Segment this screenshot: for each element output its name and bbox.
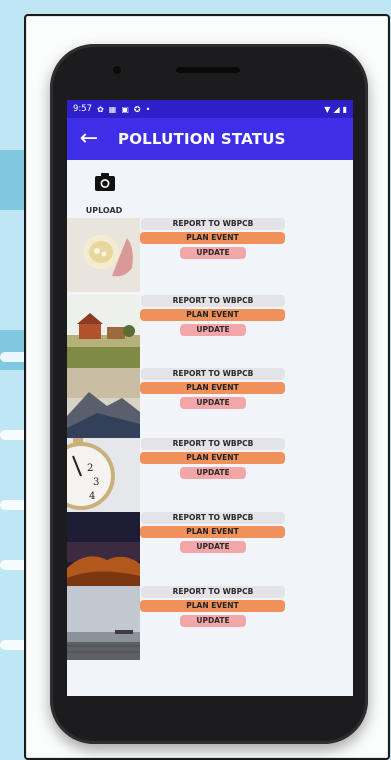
app-bar: ← POLLUTION STATUS: [67, 118, 353, 160]
camera-icon: [95, 173, 115, 191]
plan-event-button[interactable]: PLAN EVENT: [140, 600, 285, 612]
svg-text:2: 2: [87, 463, 93, 474]
report-to-wbpcb-button[interactable]: REPORT TO WBPCB: [141, 438, 285, 450]
plan-event-button[interactable]: PLAN EVENT: [140, 452, 285, 464]
arrow-back-icon[interactable]: ←: [67, 118, 111, 160]
update-button[interactable]: UPDATE: [180, 615, 246, 627]
pollution-photo[interactable]: [67, 586, 140, 660]
list-item: REPORT TO WBPCB PLAN EVENT UPDATE: [67, 512, 353, 586]
svg-text:4: 4: [89, 491, 95, 502]
list-item: REPORT TO WBPCB PLAN EVENT UPDATE: [67, 218, 353, 292]
list-item: 2 3 4 REPORT TO WBPCB PLAN EVENT UPDATE: [67, 438, 353, 512]
upload-label: UPLOAD: [85, 206, 123, 215]
report-to-wbpcb-button[interactable]: REPORT TO WBPCB: [141, 218, 285, 230]
report-to-wbpcb-button[interactable]: REPORT TO WBPCB: [141, 295, 285, 307]
report-to-wbpcb-button[interactable]: REPORT TO WBPCB: [141, 512, 285, 524]
alarm-clock-image: 2 3 4: [67, 438, 140, 512]
update-button[interactable]: UPDATE: [180, 324, 246, 336]
report-to-wbpcb-button[interactable]: REPORT TO WBPCB: [141, 586, 285, 598]
battery-icon: ▮: [342, 104, 347, 114]
svg-text:3: 3: [93, 477, 99, 488]
android-icon: ✪: [133, 104, 141, 114]
desert-dunes-night-image: [67, 512, 140, 586]
update-button[interactable]: UPDATE: [180, 541, 246, 553]
update-button[interactable]: UPDATE: [180, 467, 246, 479]
signal-icon: ◢: [333, 104, 340, 114]
calendar-icon: ▦: [108, 104, 117, 114]
gear-icon: ✿: [97, 104, 104, 114]
mountain-landscape-image: [67, 368, 140, 442]
plan-event-button[interactable]: PLAN EVENT: [140, 232, 285, 244]
pollution-photo[interactable]: [67, 368, 140, 442]
list-item: REPORT TO WBPCB PLAN EVENT UPDATE: [67, 586, 353, 660]
hand-holding-cup-image: [67, 218, 140, 292]
status-time: 9:57: [73, 104, 93, 114]
wifi-icon: ▼: [324, 104, 331, 114]
rural-house-field-image: [67, 295, 140, 369]
plan-event-button[interactable]: PLAN EVENT: [140, 309, 285, 321]
status-bar: 9:57 ✿ ▦ ▣ ✪ • ▼ ◢ ▮: [67, 100, 353, 118]
list-item: REPORT TO WBPCB PLAN EVENT UPDATE: [67, 295, 353, 369]
upload-button[interactable]: UPLOAD: [67, 168, 151, 218]
pollution-photo[interactable]: [67, 295, 140, 369]
list-item: REPORT TO WBPCB PLAN EVENT UPDATE: [67, 368, 353, 442]
pollution-photo[interactable]: [67, 512, 140, 586]
report-to-wbpcb-button[interactable]: REPORT TO WBPCB: [141, 368, 285, 380]
pollution-photo[interactable]: [67, 218, 140, 292]
page-title: POLLUTION STATUS: [118, 130, 286, 148]
misty-pier-image: [67, 586, 140, 660]
phone-screen: 9:57 ✿ ▦ ▣ ✪ • ▼ ◢ ▮ ← POLLUTION STATUS …: [67, 100, 353, 696]
update-button[interactable]: UPDATE: [180, 247, 246, 259]
dot-icon: •: [145, 104, 151, 114]
pollution-photo[interactable]: 2 3 4: [67, 438, 140, 512]
front-camera: [113, 66, 121, 74]
plan-event-button[interactable]: PLAN EVENT: [140, 526, 285, 538]
plan-event-button[interactable]: PLAN EVENT: [140, 382, 285, 394]
image-icon: ▣: [121, 104, 129, 114]
update-button[interactable]: UPDATE: [180, 397, 246, 409]
earpiece: [176, 67, 240, 73]
